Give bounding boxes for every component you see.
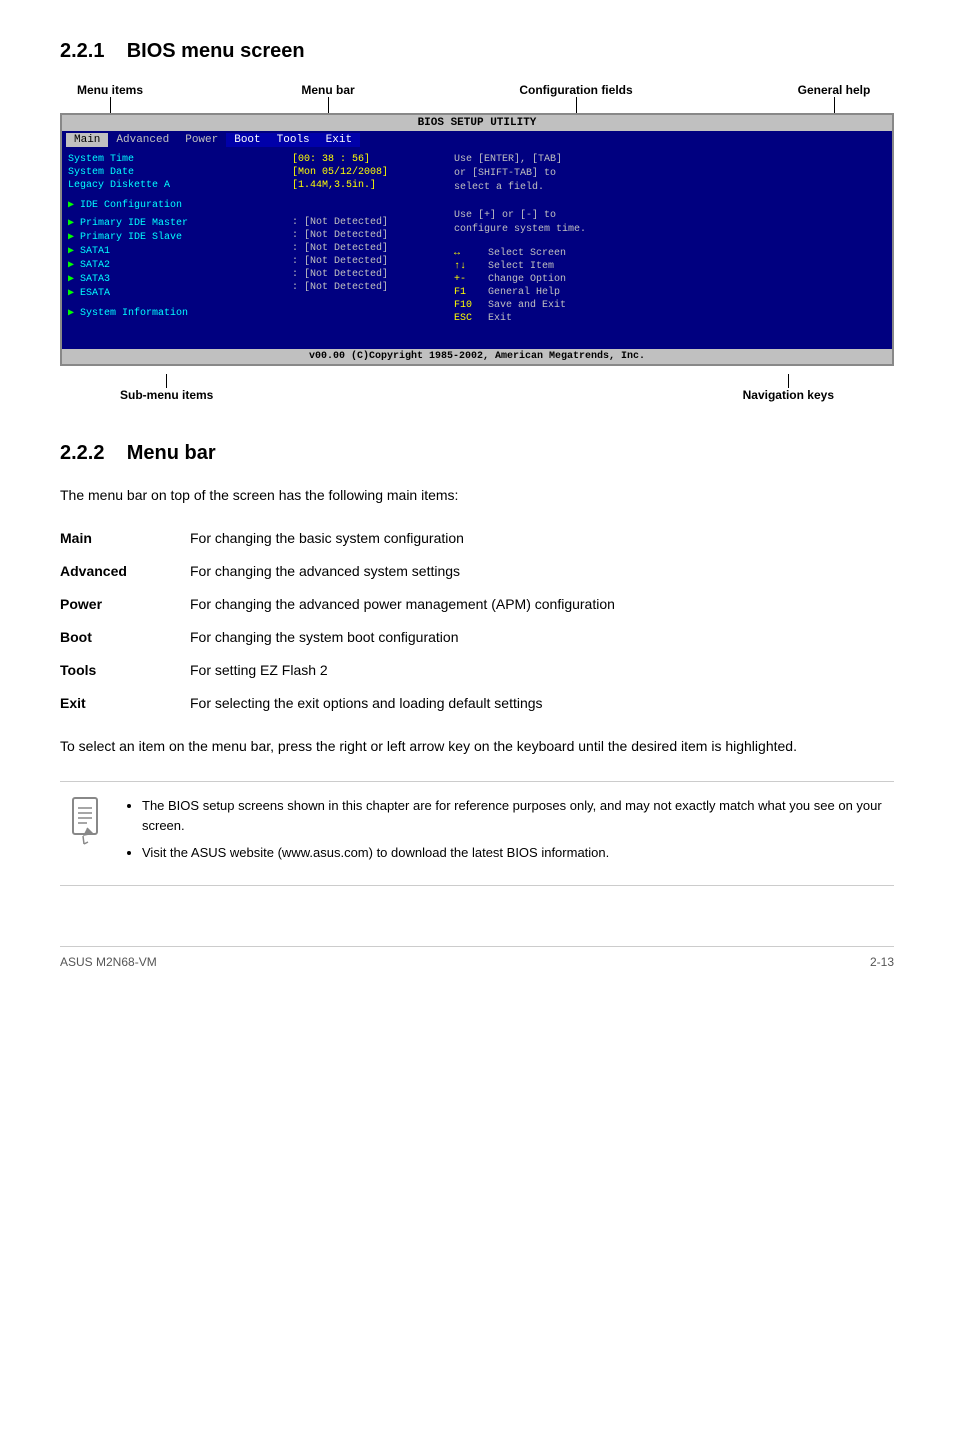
bios-menu-exit[interactable]: Exit <box>318 133 360 147</box>
footer-page: 2-13 <box>870 955 894 969</box>
bios-item-primary-slave: ▶ Primary IDE Slave <box>66 230 286 244</box>
bios-body: System Time System Date Legacy Diskette … <box>62 149 892 349</box>
section-222-title-text: Menu bar <box>127 442 216 464</box>
bios-menu-tools[interactable]: Tools <box>269 133 318 147</box>
label-menu-bar: Menu bar <box>288 83 368 113</box>
bios-menu-bar: Main Advanced Power Boot Tools Exit <box>62 131 892 149</box>
bios-menu-main[interactable]: Main <box>66 133 108 147</box>
menu-row-exit: Exit For selecting the exit options and … <box>60 687 894 720</box>
bios-val-time: [00: 38 : 56] <box>290 153 450 166</box>
menu-bar-outro: To select an item on the menu bar, press… <box>60 736 894 757</box>
menu-row-tools: Tools For setting EZ Flash 2 <box>60 654 894 687</box>
bios-nav-row-esc: ESC Exit <box>454 312 888 325</box>
page-container: 2.2.1 BIOS menu screen Menu items Menu b… <box>60 40 894 969</box>
bios-menu-advanced[interactable]: Advanced <box>108 133 177 147</box>
bios-menu-power[interactable]: Power <box>177 133 226 147</box>
bios-item-sata2: ▶ SATA2 <box>66 258 286 272</box>
bios-help-text: Use [ENTER], [TAB] or [SHIFT-TAB] to sel… <box>454 153 888 237</box>
section-222-title: 2.2.2 Menu bar <box>60 442 894 465</box>
bios-val-diskette: [1.44M,3.5in.] <box>290 179 450 192</box>
label-sub-menu-items: Sub-menu items <box>120 374 213 402</box>
info-content: The BIOS setup screens shown in this cha… <box>126 796 894 871</box>
menu-bar-table: Main For changing the basic system confi… <box>60 522 894 720</box>
section-221: 2.2.1 BIOS menu screen Menu items Menu b… <box>60 40 894 402</box>
bios-val-primary-slave: : [Not Detected] <box>290 229 450 242</box>
bios-left-panel: System Time System Date Legacy Diskette … <box>66 153 286 345</box>
bios-item-system-time: System Time <box>66 153 286 166</box>
bios-diagram: Menu items Menu bar Configuration fields… <box>60 83 894 402</box>
section-222: 2.2.2 Menu bar The menu bar on top of th… <box>60 442 894 886</box>
bios-val-sata2: : [Not Detected] <box>290 255 450 268</box>
bios-item-esata: ▶ ESATA <box>66 286 286 300</box>
section-number: 2.2.1 <box>60 40 104 62</box>
info-icon <box>60 796 110 846</box>
section-221-title: 2.2.1 BIOS menu screen <box>60 40 894 63</box>
menu-row-advanced: Advanced For changing the advanced syste… <box>60 555 894 588</box>
label-config-fields: Configuration fields <box>506 83 646 113</box>
info-bullet-1: The BIOS setup screens shown in this cha… <box>142 796 894 835</box>
label-navigation-keys: Navigation keys <box>743 374 834 402</box>
bios-item-ide-config: ▶ IDE Configuration <box>66 198 286 212</box>
bios-item-legacy-diskette: Legacy Diskette A <box>66 179 286 192</box>
pencil-icon <box>65 796 105 846</box>
bios-middle-panel: [00: 38 : 56] [Mon 05/12/2008] [1.44M,3.… <box>290 153 450 345</box>
bios-footer: v00.00 (C)Copyright 1985-2002, American … <box>62 349 892 364</box>
menu-row-boot: Boot For changing the system boot config… <box>60 621 894 654</box>
label-general-help: General help <box>784 83 884 113</box>
bios-val-sata3: : [Not Detected] <box>290 268 450 281</box>
section-title-text: BIOS menu screen <box>127 40 305 62</box>
menu-row-main: Main For changing the basic system confi… <box>60 522 894 555</box>
bios-val-date: [Mon 05/12/2008] <box>290 166 450 179</box>
label-menu-items: Menu items <box>70 83 150 113</box>
bios-item-sata1: ▶ SATA1 <box>66 244 286 258</box>
bios-nav-row-plusminus: +- Change Option <box>454 273 888 286</box>
bios-screen: BIOS SETUP UTILITY Main Advanced Power B… <box>60 113 894 366</box>
bios-val-sata1: : [Not Detected] <box>290 242 450 255</box>
bios-item-sata3: ▶ SATA3 <box>66 272 286 286</box>
footer-model: ASUS M2N68-VM <box>60 955 157 969</box>
section-222-number: 2.2.2 <box>60 442 104 464</box>
bios-item-primary-master: ▶ Primary IDE Master <box>66 216 286 230</box>
bios-nav-row-f10: F10 Save and Exit <box>454 299 888 312</box>
bios-nav-row-f1: F1 General Help <box>454 286 888 299</box>
info-box: The BIOS setup screens shown in this cha… <box>60 781 894 886</box>
menu-row-power: Power For changing the advanced power ma… <box>60 588 894 621</box>
bios-item-system-info: ▶ System Information <box>66 306 286 320</box>
bios-menu-boot[interactable]: Boot <box>226 133 268 147</box>
page-footer: ASUS M2N68-VM 2-13 <box>60 946 894 969</box>
bios-nav-row-updown: ↑↓ Select Item <box>454 260 888 273</box>
bios-val-primary-master: : [Not Detected] <box>290 216 450 229</box>
bios-title-bar: BIOS SETUP UTILITY <box>62 115 892 131</box>
bios-nav-row-arrows: ↔ Select Screen <box>454 247 888 260</box>
bios-right-panel: Use [ENTER], [TAB] or [SHIFT-TAB] to sel… <box>454 153 888 345</box>
bios-val-esata: : [Not Detected] <box>290 281 450 294</box>
bios-item-system-date: System Date <box>66 166 286 179</box>
menu-bar-intro: The menu bar on top of the screen has th… <box>60 485 894 506</box>
info-bullet-2: Visit the ASUS website (www.asus.com) to… <box>142 843 894 863</box>
bios-nav-section: ↔ Select Screen ↑↓ Select Item +- Change… <box>454 247 888 325</box>
bottom-labels: Sub-menu items Navigation keys <box>60 374 894 402</box>
